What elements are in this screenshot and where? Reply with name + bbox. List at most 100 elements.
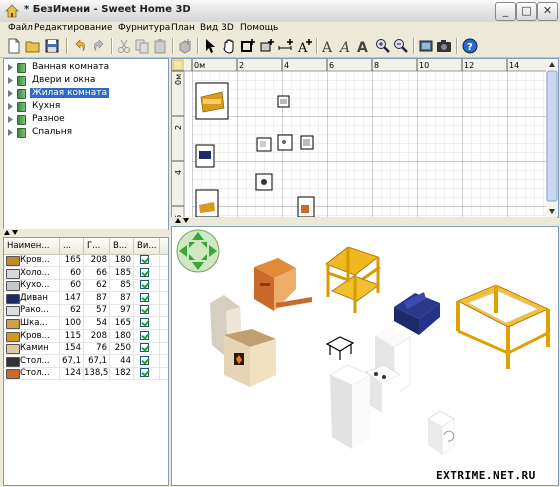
catalog-category-doors-windows[interactable]: Двери и окна bbox=[4, 74, 168, 87]
catalog-category-bedroom[interactable]: Спальня bbox=[4, 126, 168, 139]
create-photo-icon[interactable] bbox=[418, 38, 434, 54]
menu-edit[interactable]: Редактирование bbox=[34, 23, 113, 33]
plan-piece-bed-bottom[interactable] bbox=[195, 189, 219, 217]
zoom-out-icon[interactable] bbox=[393, 38, 409, 54]
redo-icon[interactable] bbox=[91, 38, 107, 54]
3d-fireplace[interactable] bbox=[210, 295, 276, 387]
column-header-height[interactable]: В... bbox=[110, 238, 134, 254]
column-header-name[interactable]: Наимен... bbox=[4, 238, 60, 254]
table-row[interactable]: Стол... 67,1 67,1 44 bbox=[4, 354, 168, 368]
table-row[interactable]: Рако... 62 57 97 bbox=[4, 304, 168, 318]
close-button[interactable]: ✕ bbox=[537, 2, 558, 21]
3d-bunk-bed[interactable] bbox=[325, 246, 381, 313]
plan-canvas[interactable]: 0м2468101214 0м246 bbox=[172, 59, 558, 217]
3d-sofa[interactable] bbox=[394, 292, 440, 335]
table-row[interactable]: Камин 154 76 250 bbox=[4, 342, 168, 356]
expand-arrow-icon[interactable] bbox=[8, 64, 14, 71]
text-bold-icon[interactable]: A bbox=[356, 38, 372, 54]
cell-width: 147 bbox=[60, 291, 84, 304]
3d-fridge-front[interactable] bbox=[329, 364, 371, 449]
plan-piece-bed[interactable] bbox=[195, 82, 229, 120]
plan-scroll-thumb[interactable] bbox=[546, 70, 558, 202]
plan-piece-fridge[interactable] bbox=[256, 137, 272, 152]
expand-arrow-icon[interactable] bbox=[8, 90, 14, 97]
table-row[interactable]: Кров... 115 208 180 bbox=[4, 329, 168, 343]
paste-icon[interactable] bbox=[152, 38, 168, 54]
save-icon[interactable] bbox=[44, 38, 60, 54]
3d-desk-shelf[interactable] bbox=[254, 258, 312, 311]
visible-checkbox[interactable] bbox=[140, 292, 149, 302]
split-arrows-icon[interactable] bbox=[175, 218, 189, 223]
new-file-icon[interactable] bbox=[6, 38, 22, 54]
plan-piece-table[interactable] bbox=[255, 173, 273, 191]
table-icon bbox=[6, 356, 20, 367]
menu-3d-view[interactable]: Вид 3D bbox=[200, 23, 234, 33]
catalog-category-bathroom[interactable]: Ванная комната bbox=[4, 61, 168, 74]
maximize-button[interactable]: □ bbox=[516, 2, 537, 21]
table-row[interactable]: Стол... 124 138,5 182 bbox=[4, 367, 168, 381]
plan-piece-desk[interactable] bbox=[297, 196, 315, 217]
table-row[interactable]: Диван 147 87 87 bbox=[4, 291, 168, 305]
plan-view[interactable]: 0м2468101214 0м246 bbox=[171, 58, 559, 218]
select-pointer-icon[interactable] bbox=[202, 38, 218, 54]
cut-icon[interactable] bbox=[116, 38, 132, 54]
catalog-category-living-room[interactable]: Жилая комната bbox=[4, 87, 168, 100]
column-header-width[interactable]: ... bbox=[60, 238, 84, 254]
3d-canvas[interactable] bbox=[172, 227, 558, 485]
plan-3d-split-divider[interactable] bbox=[171, 217, 557, 225]
pan-hand-icon[interactable] bbox=[221, 38, 237, 54]
catalog-category-kitchen[interactable]: Кухня bbox=[4, 100, 168, 113]
visible-checkbox[interactable] bbox=[140, 368, 149, 378]
expand-arrow-icon[interactable] bbox=[8, 103, 14, 110]
3d-navigation-control[interactable] bbox=[176, 229, 220, 273]
catalog-category-misc[interactable]: Разное bbox=[4, 113, 168, 126]
menu-plan[interactable]: План bbox=[171, 23, 195, 33]
visible-checkbox[interactable] bbox=[140, 267, 149, 277]
table-row[interactable]: Кухо... 60 62 85 bbox=[4, 279, 168, 293]
visible-checkbox[interactable] bbox=[140, 318, 149, 327]
table-row[interactable]: Шка... 100 54 165 bbox=[4, 317, 168, 330]
expand-arrow-icon[interactable] bbox=[8, 77, 14, 84]
menu-file[interactable]: Файл bbox=[8, 23, 33, 33]
3d-stove[interactable] bbox=[365, 364, 401, 413]
3d-bed[interactable] bbox=[456, 284, 550, 369]
expand-arrow-icon[interactable] bbox=[8, 129, 14, 136]
open-folder-icon[interactable] bbox=[25, 38, 41, 54]
plan-piece-sofa[interactable] bbox=[195, 144, 215, 168]
photo-camera-icon[interactable] bbox=[436, 38, 452, 54]
create-walls-icon[interactable] bbox=[240, 38, 256, 54]
split-arrows-icon[interactable] bbox=[4, 230, 18, 235]
visible-checkbox[interactable] bbox=[140, 355, 149, 365]
plan-piece-cabinet[interactable] bbox=[300, 135, 314, 150]
visible-checkbox[interactable] bbox=[140, 255, 149, 264]
left-split-divider[interactable] bbox=[0, 229, 168, 236]
3d-sink[interactable] bbox=[427, 410, 455, 456]
zoom-in-icon[interactable] bbox=[375, 38, 391, 54]
create-rooms-icon[interactable] bbox=[259, 38, 275, 54]
text-style-icon[interactable]: A bbox=[320, 38, 336, 54]
menu-help[interactable]: Помощь bbox=[240, 23, 278, 33]
add-furniture-icon[interactable] bbox=[177, 38, 193, 54]
menu-furniture[interactable]: Фурнитура bbox=[118, 23, 170, 33]
undo-icon[interactable] bbox=[72, 38, 88, 54]
help-icon[interactable]: ? bbox=[462, 38, 478, 54]
expand-arrow-icon[interactable] bbox=[8, 116, 14, 123]
table-row[interactable]: Холо... 60 66 185 bbox=[4, 266, 168, 280]
plan-piece-sink[interactable] bbox=[277, 95, 290, 108]
visible-checkbox[interactable] bbox=[140, 330, 149, 340]
add-text-icon[interactable]: A bbox=[297, 38, 313, 54]
visible-checkbox[interactable] bbox=[140, 305, 149, 315]
ruler-label: 12 bbox=[464, 61, 474, 70]
plan-piece-stove[interactable] bbox=[277, 134, 293, 151]
copy-icon[interactable] bbox=[134, 38, 150, 54]
create-dimensions-icon[interactable] bbox=[278, 38, 294, 54]
column-header-depth[interactable]: Г... bbox=[84, 238, 110, 254]
visible-checkbox[interactable] bbox=[140, 280, 149, 290]
column-header-visible[interactable]: Ви... bbox=[134, 238, 160, 254]
visible-checkbox[interactable] bbox=[140, 343, 149, 353]
3d-coffee-table[interactable] bbox=[325, 336, 355, 360]
table-row[interactable]: Кров... 165 208 180 bbox=[4, 254, 168, 267]
minimize-button[interactable]: _ bbox=[495, 2, 516, 21]
3d-view[interactable] bbox=[171, 226, 559, 486]
text-italic-icon[interactable]: A bbox=[338, 38, 354, 54]
